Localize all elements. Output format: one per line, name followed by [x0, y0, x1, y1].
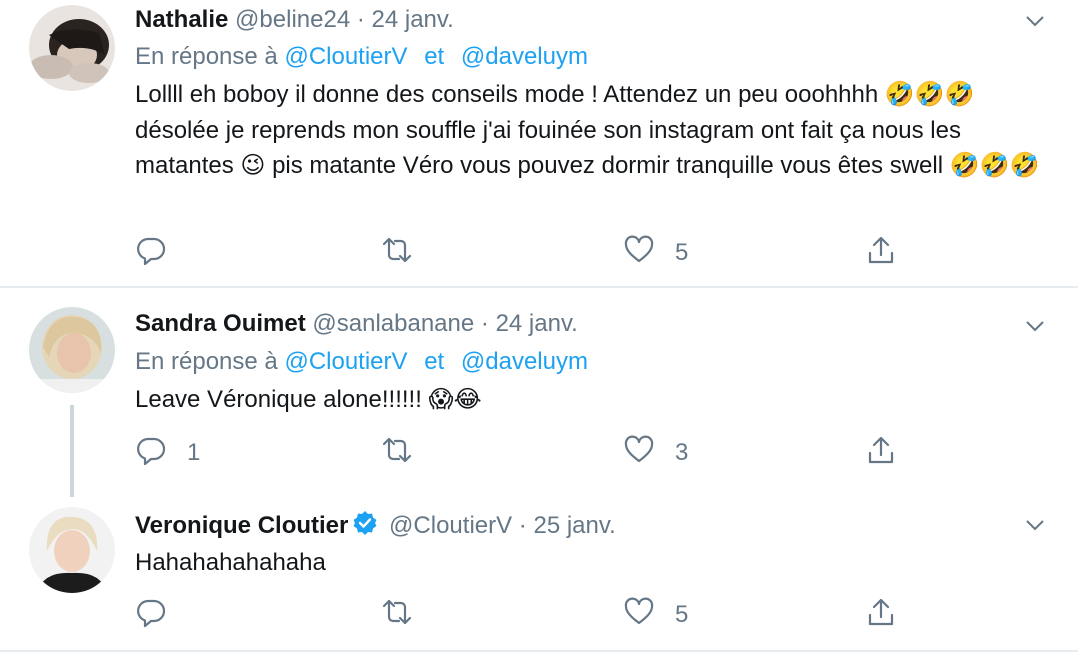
avatar[interactable]	[29, 507, 115, 593]
retweet-button[interactable]	[381, 236, 433, 270]
tweet-header: Sandra Ouimet @sanlabanane · 24 janv.	[135, 309, 578, 339]
reply-button[interactable]	[135, 236, 187, 270]
retweet-button[interactable]	[381, 436, 433, 470]
chevron-down-icon[interactable]	[1024, 315, 1046, 337]
share-icon	[865, 434, 897, 473]
retweet-icon	[381, 596, 413, 635]
heart-icon	[623, 596, 655, 635]
tweet-nathalie[interactable]: Nathalie @beline24 · 24 janv. En réponse…	[0, 0, 1078, 288]
heart-icon	[623, 234, 655, 273]
like-button[interactable]: 5	[623, 234, 689, 273]
tweet-header: Veronique Cloutier @CloutierV · 25 janv.	[135, 510, 616, 544]
thread-connector-line	[70, 405, 74, 497]
tweet-actions: 5	[135, 234, 915, 273]
separator-dot: ·	[356, 6, 365, 33]
like-button[interactable]: 5	[623, 596, 689, 635]
author-name[interactable]: Sandra Ouimet	[135, 310, 306, 337]
retweet-icon	[381, 434, 413, 473]
mention-link[interactable]: @CloutierV	[284, 43, 407, 70]
tweet-text: Leave Véronique alone!!!!!! 😱😂	[135, 386, 482, 413]
tweet-date[interactable]: 24 janv.	[372, 6, 454, 33]
heart-icon	[623, 434, 655, 473]
reply-button[interactable]	[135, 598, 187, 632]
tweet-date[interactable]: 25 janv.	[533, 512, 615, 539]
separator-dot: ·	[518, 512, 527, 539]
reply-context: En réponse à @CloutierV et @daveluym	[135, 347, 588, 377]
reply-context: En réponse à @CloutierV et @daveluym	[135, 42, 588, 72]
like-button[interactable]: 3	[623, 434, 689, 473]
conversation-timeline: Nathalie @beline24 · 24 janv. En réponse…	[0, 0, 1078, 652]
author-name[interactable]: Nathalie	[135, 6, 228, 33]
avatar[interactable]	[29, 307, 115, 393]
author-handle[interactable]: @CloutierV	[389, 512, 512, 539]
reply-button[interactable]: 1	[135, 436, 200, 470]
reply-prefix: En réponse à	[135, 43, 278, 70]
reply-conjunction: et	[424, 43, 445, 70]
tweet-actions: 1 3	[135, 434, 915, 473]
retweet-icon	[381, 234, 413, 273]
like-count: 5	[675, 239, 689, 266]
avatar[interactable]	[29, 5, 115, 91]
reply-conjunction: et	[424, 348, 445, 375]
like-count: 5	[675, 601, 689, 628]
tweet-sandra[interactable]: Sandra Ouimet @sanlabanane · 24 janv. En…	[0, 290, 1078, 500]
tweet-text: Lollll eh boboy il donne des conseils mo…	[135, 81, 1040, 179]
tweet-header: Nathalie @beline24 · 24 janv.	[135, 5, 454, 35]
reply-icon	[135, 434, 167, 473]
like-count: 3	[675, 439, 689, 466]
tweet-date[interactable]: 24 janv.	[496, 310, 578, 337]
share-button[interactable]	[865, 236, 897, 270]
author-handle[interactable]: @sanlabanane	[312, 310, 474, 337]
share-icon	[865, 596, 897, 635]
mention-link[interactable]: @CloutierV	[284, 348, 407, 375]
reply-prefix: En réponse à	[135, 348, 278, 375]
separator-dot: ·	[480, 310, 489, 337]
tweet-actions: 5	[135, 596, 915, 635]
chevron-down-icon[interactable]	[1024, 10, 1046, 32]
author-handle[interactable]: @beline24	[235, 6, 350, 33]
reply-icon	[135, 596, 167, 635]
share-icon	[865, 234, 897, 273]
tweet-text: Hahahahahahaha	[135, 549, 326, 576]
tweet-veronique[interactable]: Veronique Cloutier @CloutierV · 25 janv.…	[0, 500, 1078, 652]
chevron-down-icon[interactable]	[1024, 514, 1046, 536]
reply-count: 1	[187, 439, 201, 466]
verified-badge-icon	[352, 510, 378, 544]
reply-icon	[135, 234, 167, 273]
mention-link[interactable]: @daveluym	[461, 43, 588, 70]
author-name[interactable]: Veronique Cloutier	[135, 512, 348, 539]
share-button[interactable]	[865, 436, 897, 470]
mention-link[interactable]: @daveluym	[461, 348, 588, 375]
retweet-button[interactable]	[381, 598, 433, 632]
share-button[interactable]	[865, 598, 897, 632]
